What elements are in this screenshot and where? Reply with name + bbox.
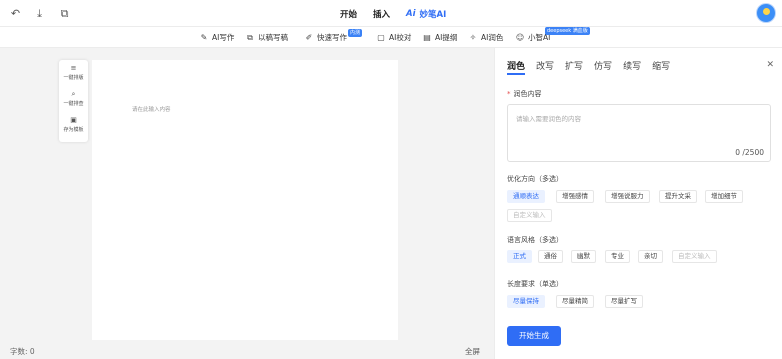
direction-option[interactable]: 提升文采 <box>659 190 697 203</box>
format-icon: ≡ <box>70 64 77 72</box>
ai-logo-icon: Ai <box>406 9 416 19</box>
style-label: 语言风格（多选） <box>507 236 563 244</box>
tab-insert[interactable]: 插入 <box>373 8 390 20</box>
main-tabs: 开始 插入 Ai 妙笔AI <box>340 7 462 21</box>
length-label: 长度要求（单选） <box>507 280 563 288</box>
direction-option[interactable]: 增强感情 <box>556 190 594 203</box>
content-label: * 润色内容 <box>507 89 542 99</box>
content-label-text: 润色内容 <box>513 90 542 98</box>
length-option[interactable]: 尽量扩写 <box>605 295 643 308</box>
download-icon[interactable]: ⤓ <box>33 7 46 20</box>
ai-write-icon: ✎ <box>200 33 208 42</box>
ai-proofread-button[interactable]: ▢ AI校对 <box>376 32 411 43</box>
ai-outline-label: AI提纲 <box>435 33 458 42</box>
style-option[interactable]: 专业 <box>605 250 630 263</box>
top-bar: ↶ ⤓ ⧉ 开始 插入 Ai 妙笔AI <box>0 0 782 27</box>
paper-placeholder: 请在此输入内容 <box>132 107 171 113</box>
length-option[interactable]: 尽量保持 <box>507 295 545 308</box>
editor-canvas: ≡ 一键排版 ⌕ 一键排查 ▣ 存为模板 请在此输入内容 字数: 0 全屏 <box>0 48 494 359</box>
tab-start[interactable]: 开始 <box>340 8 357 20</box>
polish-panel: 润色 改写 扩写 仿写 续写 缩写 ✕ * 润色内容 请输入需要润色的内容 0 /… <box>494 48 782 359</box>
char-count: 0 /2500 <box>735 148 764 157</box>
save-template-label: 存为模板 <box>63 127 84 133</box>
one-click-check-label: 一键排查 <box>63 101 84 107</box>
quick-write-label: 快速写作 <box>317 33 347 42</box>
direction-custom-input[interactable]: 自定义输入 <box>507 209 552 222</box>
one-click-format-label: 一键排版 <box>63 75 84 81</box>
tab-miaobi-ai-label: 妙笔AI <box>419 10 447 20</box>
style-custom-input[interactable]: 自定义输入 <box>672 250 717 263</box>
polish-icon: ✧ <box>469 33 477 42</box>
style-option[interactable]: 亲切 <box>638 250 663 263</box>
outline-icon: ▤ <box>423 33 431 42</box>
tab-rewrite[interactable]: 改写 <box>536 59 554 75</box>
ai-polish-label: AI润色 <box>481 33 504 42</box>
polish-content-input[interactable]: 请输入需要润色的内容 0 /2500 <box>507 104 771 162</box>
draft-write-label: 以稿写稿 <box>258 33 288 42</box>
document-page[interactable]: 请在此输入内容 <box>92 60 398 340</box>
tab-imitate[interactable]: 仿写 <box>594 59 612 75</box>
quick-write-button[interactable]: ✐ 快速写作 <box>304 32 347 43</box>
quick-write-icon: ✐ <box>305 33 313 42</box>
tab-miaobi-ai[interactable]: Ai 妙笔AI <box>406 8 446 20</box>
ai-outline-button[interactable]: ▤ AI提纲 <box>422 32 457 43</box>
one-click-check-button[interactable]: ⌕ 一键排查 <box>59 90 88 107</box>
direction-option[interactable]: 通顺表达 <box>507 190 545 203</box>
fullscreen-button[interactable]: 全屏 <box>465 346 480 357</box>
required-mark: * <box>507 90 511 98</box>
length-option[interactable]: 尽量精简 <box>556 295 594 308</box>
ai-toolbar: ✎ AI写作 ⧉ 以稿写稿 ✐ 快速写作 内测 ▢ AI校对 ▤ AI提纲 ✧ … <box>0 27 782 48</box>
ai-write-button[interactable]: ✎ AI写作 <box>199 32 235 43</box>
draft-write-button[interactable]: ⧉ 以稿写稿 <box>245 32 288 43</box>
content-placeholder: 请输入需要润色的内容 <box>516 115 581 123</box>
deepseek-tag: deepseek 满血版 <box>545 27 590 35</box>
smart-ai-icon: ☺ <box>515 33 525 42</box>
export-icon[interactable]: ⧉ <box>58 7 71 20</box>
tab-continue[interactable]: 续写 <box>623 59 641 75</box>
ai-proofread-label: AI校对 <box>389 33 412 42</box>
tab-shorten[interactable]: 缩写 <box>652 59 670 75</box>
direction-option[interactable]: 增加细节 <box>705 190 743 203</box>
close-icon[interactable]: ✕ <box>766 60 774 70</box>
draft-icon: ⧉ <box>247 32 253 42</box>
avatar[interactable] <box>756 3 776 23</box>
side-tool-panel: ≡ 一键排版 ⌕ 一键排查 ▣ 存为模板 <box>59 60 88 142</box>
style-option[interactable]: 通俗 <box>538 250 563 263</box>
direction-label: 优化方向（多选） <box>507 175 563 183</box>
check-icon: ⌕ <box>71 90 76 98</box>
panel-tabs: 润色 改写 扩写 仿写 续写 缩写 <box>507 59 681 75</box>
template-icon: ▣ <box>70 116 77 124</box>
ai-polish-button[interactable]: ✧ AI润色 <box>468 32 504 43</box>
undo-icon[interactable]: ↶ <box>9 7 22 20</box>
word-count: 字数: 0 <box>10 347 35 356</box>
save-template-button[interactable]: ▣ 存为模板 <box>59 116 88 133</box>
proofread-icon: ▢ <box>377 33 385 42</box>
style-option[interactable]: 正式 <box>507 250 532 263</box>
beta-tag: 内测 <box>348 29 363 37</box>
start-generate-button[interactable]: 开始生成 <box>507 326 561 346</box>
one-click-format-button[interactable]: ≡ 一键排版 <box>59 64 88 81</box>
tab-polish[interactable]: 润色 <box>507 59 526 75</box>
ai-write-label: AI写作 <box>212 33 235 42</box>
style-option[interactable]: 幽默 <box>571 250 596 263</box>
direction-option[interactable]: 增强说服力 <box>605 190 650 203</box>
tab-expand[interactable]: 扩写 <box>565 59 583 75</box>
